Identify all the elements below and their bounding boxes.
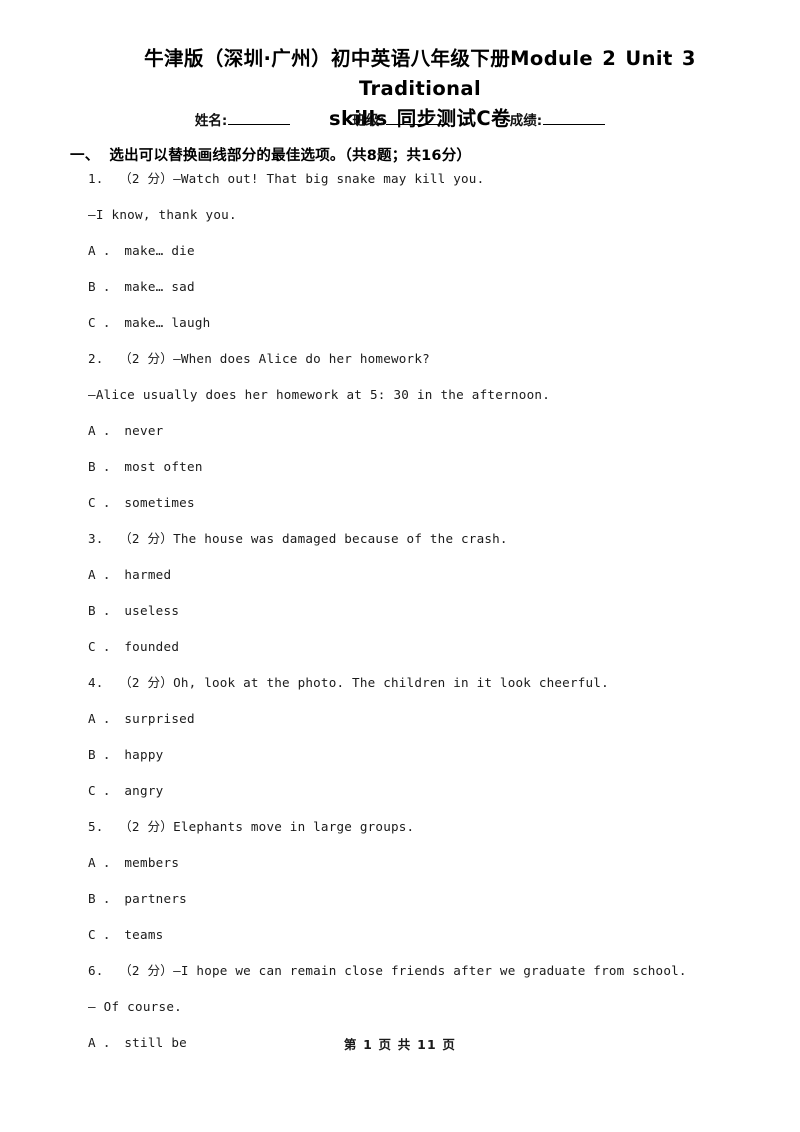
section-number: 一、 [70,148,100,164]
question-stem-line: 2. （2 分）—When does Alice do her homework… [88,351,430,366]
question-stem-line: 4. （2 分）Oh, look at the photo. The child… [88,675,609,690]
question-stem-continuation-line: —I know, thank you. [88,207,237,222]
student-score-label: 成绩: [509,113,543,129]
question-stem-line: 6. （2 分）—I hope we can remain close frie… [88,963,687,978]
question-stem-line: 3. （2 分）The house was damaged because of… [88,531,508,546]
student-class-blank [385,112,448,125]
question-option-line[interactable]: A ． members [88,856,748,892]
student-score-field: 成绩: [509,109,606,129]
student-score-blank [543,112,606,125]
question-list: 1. （2 分）—Watch out! That big snake may k… [88,172,748,1072]
question-option-line[interactable]: B ． useless [88,604,748,640]
question-stem-line: 5. （2 分）Elephants move in large groups. [88,819,415,834]
question-option-line[interactable]: C ． founded [88,640,748,676]
question-stem-continuation-line: — Of course. [88,999,182,1014]
question-option-line[interactable]: A ． harmed [88,568,748,604]
question-option-line[interactable]: C ． teams [88,928,748,964]
question-option-line[interactable]: A ． make… die [88,244,748,280]
question-option-line[interactable]: C ． sometimes [88,496,748,532]
question-option-line[interactable]: C ． make… laugh [88,316,748,352]
question-option-line[interactable]: A ． never [88,424,748,460]
student-name-label: 姓名: [194,113,228,129]
section-heading-text: 选出可以替换画线部分的最佳选项。（共8题；共16分） [109,148,472,164]
page-title-line-1: 牛津版（深圳·广州）初中英语八年级下册Module 2 Unit 3 Tradi… [144,47,696,100]
question-option-line[interactable]: B ． happy [88,748,748,784]
student-class-field: 班级: [352,109,448,129]
student-class-label: 班级: [352,113,385,129]
question-option-line[interactable]: B ． most often [88,460,748,496]
student-name-blank [228,112,291,125]
exam-page: 牛津版（深圳·广州）初中英语八年级下册Module 2 Unit 3 Tradi… [0,0,800,1132]
student-name-field: 姓名: [194,109,291,129]
question-option-line[interactable]: A ． surprised [88,712,748,748]
question-option-line[interactable]: B ． make… sad [88,280,748,316]
student-info-row: 姓名: 班级: 成绩: [88,109,712,129]
question-option-line[interactable]: B ． partners [88,892,748,928]
question-stem-continuation-line: —Alice usually does her homework at 5: 3… [88,387,551,402]
section-heading: 一、 选出可以替换画线部分的最佳选项。（共8题；共16分） [70,144,750,165]
question-option-line[interactable]: C ． angry [88,784,748,820]
page-footer: 第 1 页 共 11 页 [343,1037,457,1052]
question-stem-line: 1. （2 分）—Watch out! That big snake may k… [88,171,485,186]
